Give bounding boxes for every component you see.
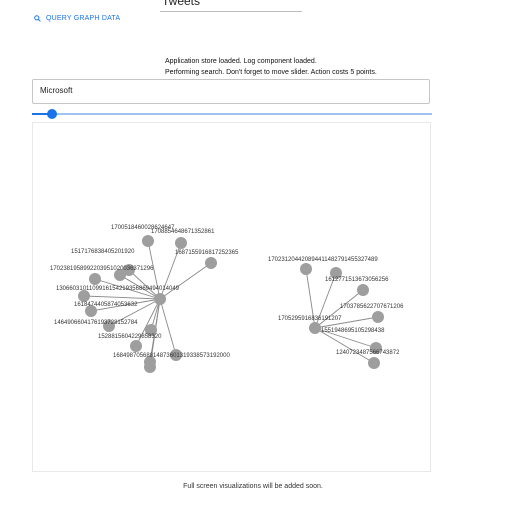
status-log: Application store loaded. Log component … <box>165 56 377 78</box>
points-slider[interactable] <box>32 108 432 120</box>
graph-node-label: 1702381958992203951020036371296 <box>50 266 154 272</box>
graph-node-label: 1705295916836191207 <box>278 316 342 322</box>
graph-node[interactable] <box>89 273 101 285</box>
tweets-tab-label: Tweets <box>162 0 201 8</box>
graph-node-label: 1517176838405201920 <box>71 249 135 255</box>
query-graph-data-button[interactable]: QUERY GRAPH DATA <box>34 15 120 22</box>
graph-node[interactable] <box>142 235 154 247</box>
graph-node-label: 1464906604176193728152784 <box>54 320 138 326</box>
graph-node[interactable] <box>372 311 384 323</box>
graph-node-label: 170231204420894411482791455327489 <box>268 257 378 263</box>
search-input[interactable] <box>38 85 422 96</box>
tweets-tab[interactable]: Tweets <box>160 0 302 12</box>
graph-node-label: 16849870568814873601319338573192000 <box>113 353 230 359</box>
graph-node-label: 1612771513673056256 <box>325 277 389 283</box>
graph-panel: 1700518460028624647 1708854648671352861 15… <box>32 122 431 472</box>
graph-node-label: 1708854648671352861 <box>151 229 215 235</box>
graph-node[interactable] <box>357 284 369 296</box>
graph-node[interactable] <box>130 340 142 352</box>
graph-node[interactable] <box>205 257 217 269</box>
slider-thumb[interactable] <box>47 109 57 119</box>
graph-node[interactable] <box>309 322 321 334</box>
footer-note: Full screen visualizations will be added… <box>183 483 323 490</box>
graph-node[interactable] <box>175 237 187 249</box>
graph-node-label: 1240723487566743872 <box>336 350 400 356</box>
search-icon <box>34 15 41 22</box>
graph-edge <box>83 295 161 300</box>
query-graph-data-label: QUERY GRAPH DATA <box>46 15 121 22</box>
search-field[interactable] <box>32 79 430 104</box>
graph-node[interactable] <box>368 357 380 369</box>
graph-node-label: 1618474405874053632 <box>74 302 138 308</box>
graph-edge <box>159 262 212 300</box>
graph-node[interactable] <box>144 361 156 373</box>
graph-node[interactable] <box>154 293 166 305</box>
graph-node-label: 1306603101109916154219356869494014049 <box>56 286 180 292</box>
slider-track[interactable] <box>32 113 432 115</box>
graph-node-label: 1551948695105298438 <box>321 328 385 334</box>
status-line-1: Application store loaded. Log component … <box>165 58 317 65</box>
graph-node-label: 1703785622707671206 <box>340 304 404 310</box>
graph-edge <box>159 298 177 356</box>
graph-node-label: 1528815604229858320 <box>98 334 162 340</box>
graph-node[interactable] <box>300 263 312 275</box>
graph-node-label: 1687155916817252365 <box>175 250 239 256</box>
status-line-2: Performing search. Don't forget to move … <box>165 69 377 76</box>
network-graph[interactable]: 1700518460028624647170885464867135286115… <box>33 123 432 473</box>
